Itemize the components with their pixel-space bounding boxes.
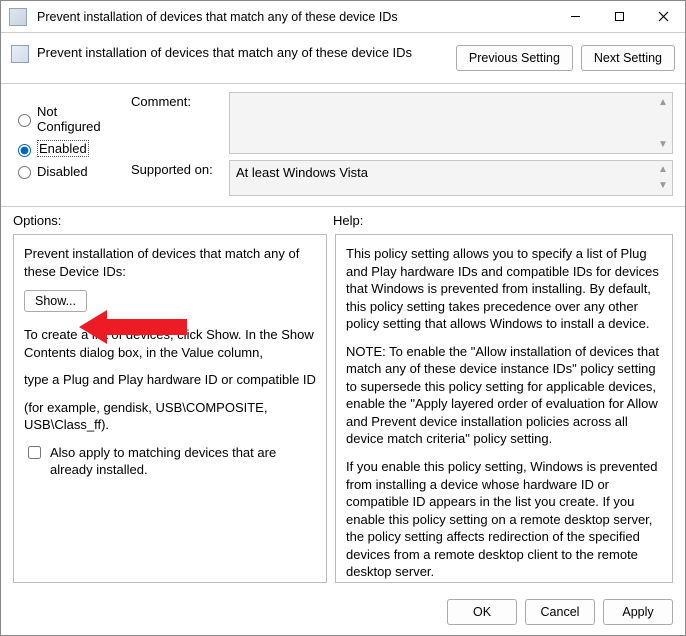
window-title: Prevent installation of devices that mat… xyxy=(35,10,553,24)
radio-label: Disabled xyxy=(37,164,88,179)
close-button[interactable] xyxy=(641,2,685,32)
options-header: Options: xyxy=(13,213,333,228)
radio-enabled[interactable]: Enabled xyxy=(13,140,123,157)
radio-label: Enabled xyxy=(37,140,89,157)
scroll-down-icon[interactable]: ▼ xyxy=(656,137,670,151)
checkbox-label: Also apply to matching devices that are … xyxy=(50,444,316,479)
help-header: Help: xyxy=(333,213,673,228)
help-p1: This policy setting allows you to specif… xyxy=(346,245,662,333)
options-pane: Prevent installation of devices that mat… xyxy=(13,234,327,583)
apply-button[interactable]: Apply xyxy=(603,599,673,625)
options-hint2: type a Plug and Play hardware ID or comp… xyxy=(24,371,316,389)
minimize-button[interactable] xyxy=(553,2,597,32)
radio-not-configured[interactable]: Not Configured xyxy=(13,104,123,134)
help-pane[interactable]: This policy setting allows you to specif… xyxy=(335,234,673,583)
pane-headers: Options: Help: xyxy=(1,207,685,232)
also-apply-checkbox[interactable]: Also apply to matching devices that are … xyxy=(24,444,316,479)
supported-label: Supported on: xyxy=(131,160,221,177)
scroll-up-icon[interactable]: ▲ xyxy=(656,95,670,109)
comment-textarea[interactable]: ▲ ▼ xyxy=(229,92,673,154)
options-hint3: (for example, gendisk, USB\COMPOSITE, US… xyxy=(24,399,316,434)
help-p2: NOTE: To enable the "Allow installation … xyxy=(346,343,662,448)
ok-button[interactable]: OK xyxy=(447,599,517,625)
content-panes: Prevent installation of devices that mat… xyxy=(1,232,685,591)
next-setting-button[interactable]: Next Setting xyxy=(581,45,675,71)
policy-small-icon xyxy=(11,45,29,63)
radio-disabled[interactable]: Disabled xyxy=(13,163,123,179)
help-p3: If you enable this policy setting, Windo… xyxy=(346,458,662,581)
radio-label: Not Configured xyxy=(37,104,123,134)
maximize-button[interactable] xyxy=(597,2,641,32)
policy-editor-window: Prevent installation of devices that mat… xyxy=(0,0,686,636)
show-button[interactable]: Show... xyxy=(24,290,87,312)
policy-header: Prevent installation of devices that mat… xyxy=(1,33,685,84)
options-intro: Prevent installation of devices that mat… xyxy=(24,245,316,280)
previous-setting-button[interactable]: Previous Setting xyxy=(456,45,573,71)
policy-icon xyxy=(9,8,27,26)
titlebar: Prevent installation of devices that mat… xyxy=(1,1,685,33)
policy-title: Prevent installation of devices that mat… xyxy=(37,41,456,60)
supported-on-box: At least Windows Vista ▲ ▼ xyxy=(229,160,673,196)
scroll-up-icon[interactable]: ▲ xyxy=(656,163,670,177)
dialog-footer: OK Cancel Apply xyxy=(1,591,685,635)
cancel-button[interactable]: Cancel xyxy=(525,599,595,625)
state-radio-group: Not Configured Enabled Disabled xyxy=(13,92,123,196)
state-and-fields: Not Configured Enabled Disabled Comment:… xyxy=(1,84,685,207)
options-hint1: To create a list of devices, click Show.… xyxy=(24,326,316,361)
comment-label: Comment: xyxy=(131,92,221,109)
scroll-down-icon[interactable]: ▼ xyxy=(656,179,670,193)
